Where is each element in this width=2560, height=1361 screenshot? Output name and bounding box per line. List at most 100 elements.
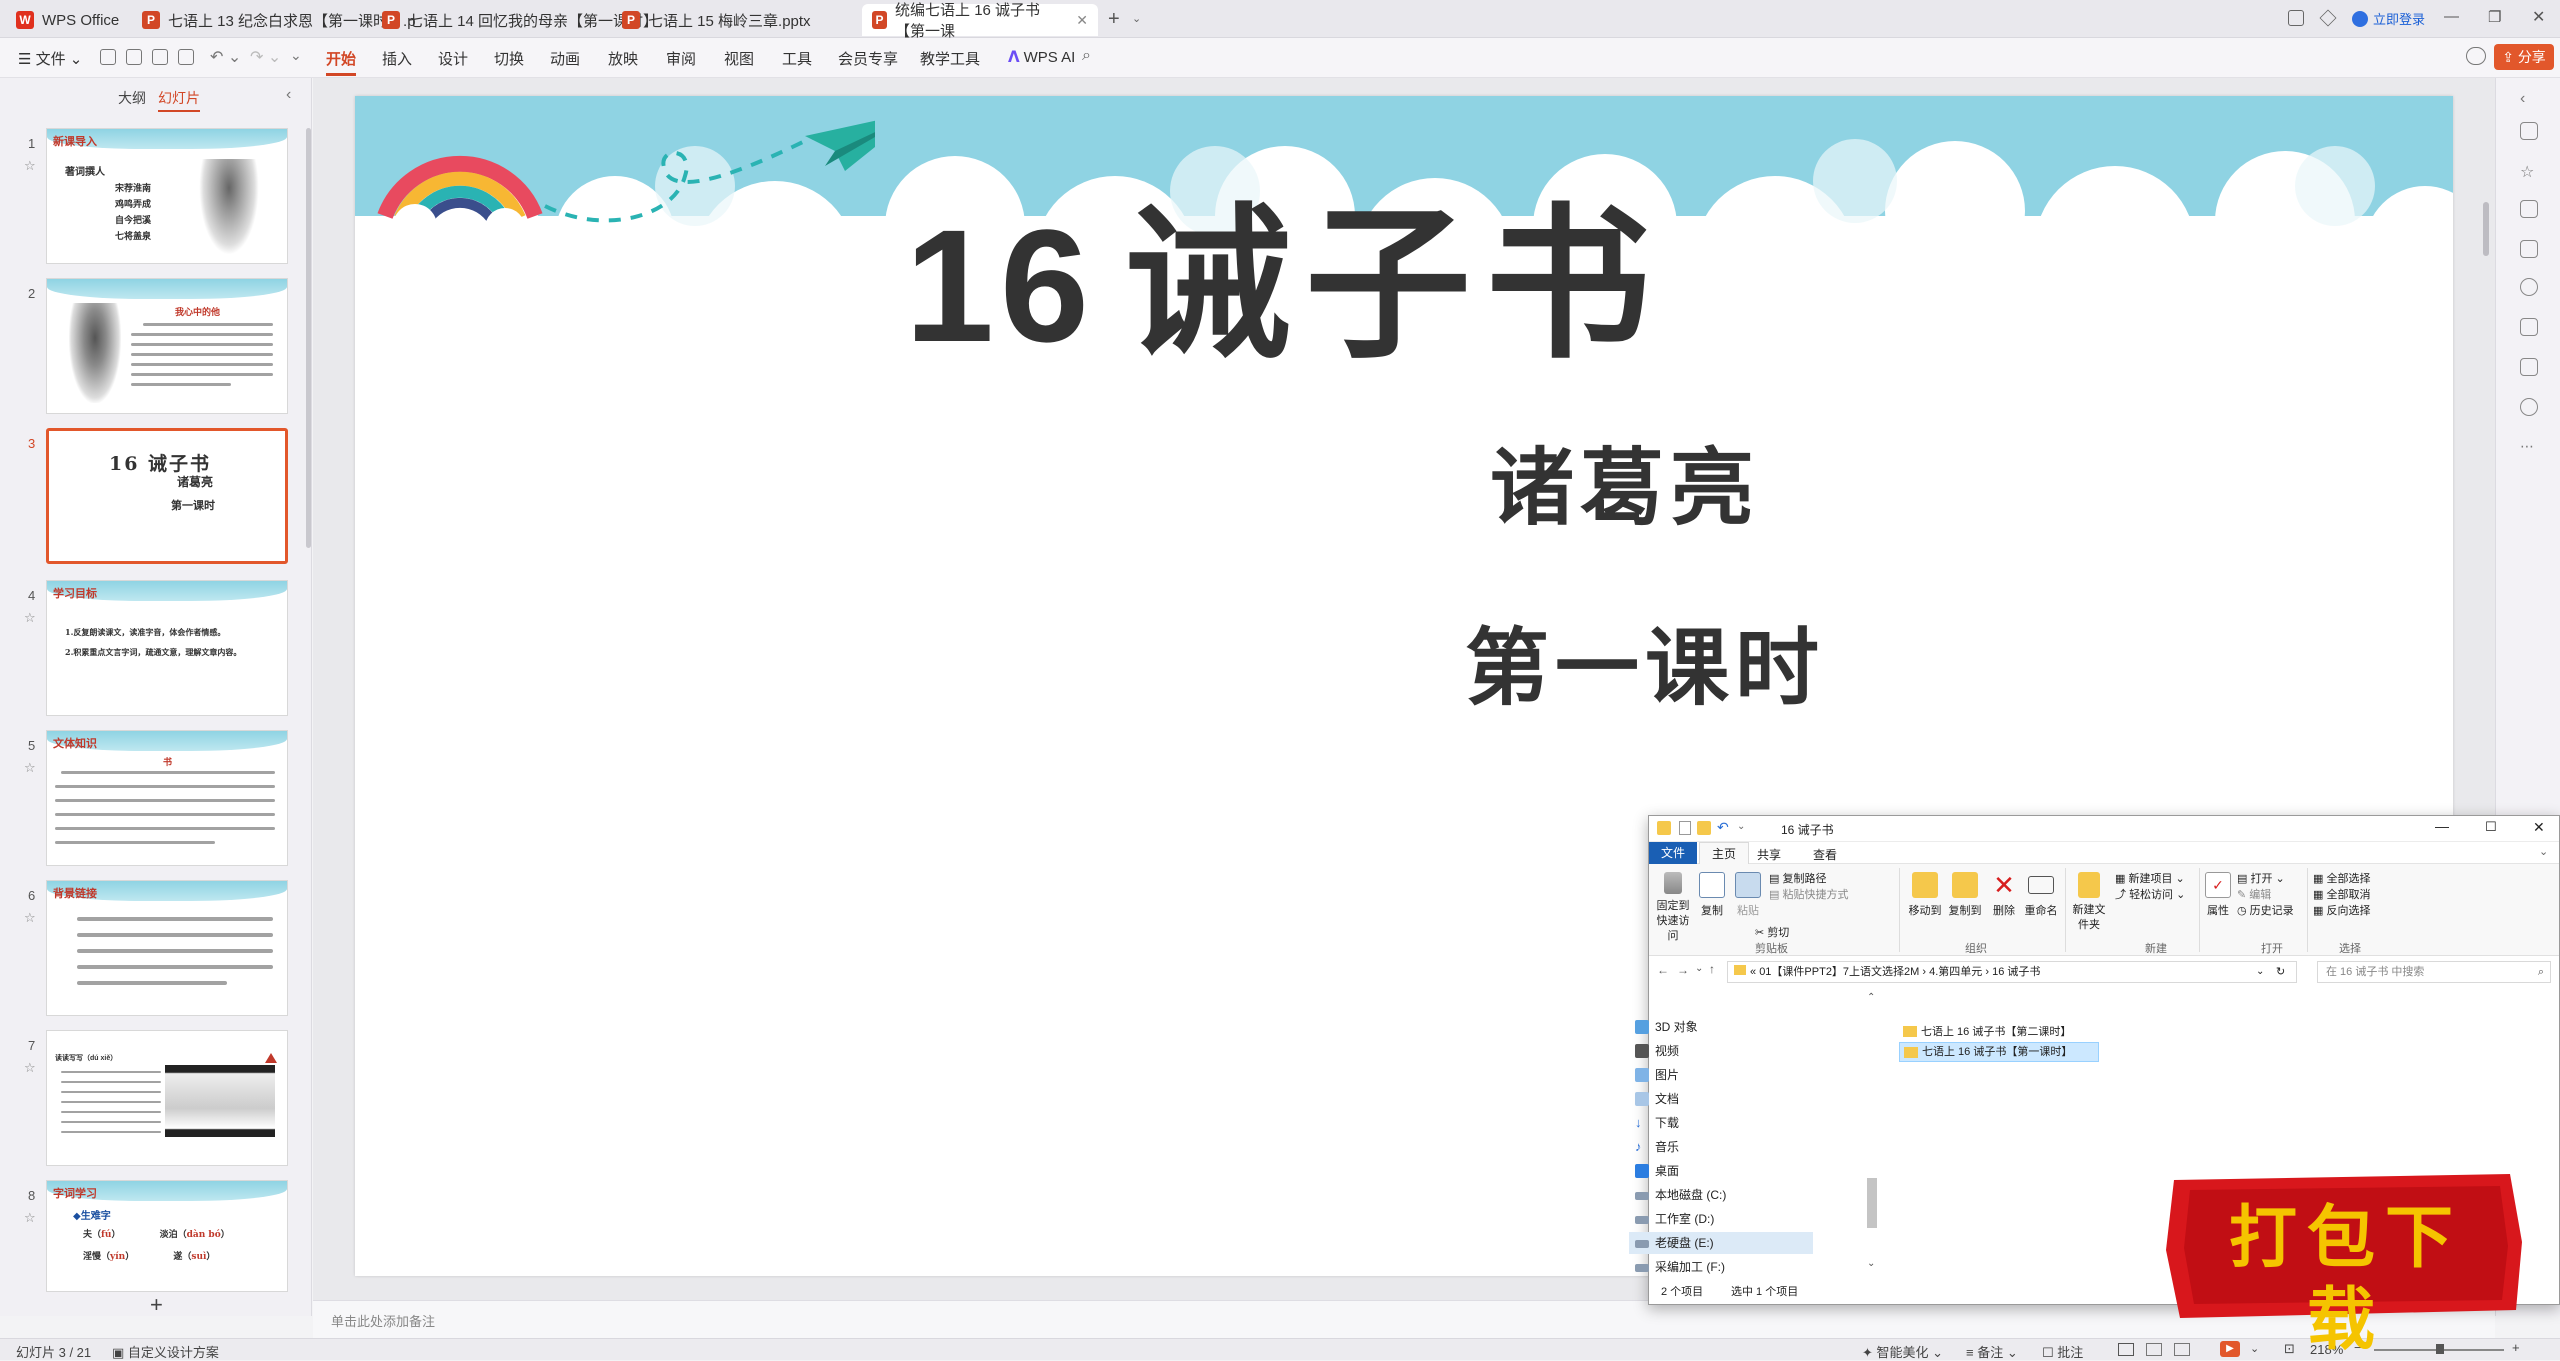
search-icon[interactable]: ⌕ [1082,47,1091,65]
collapse-icon[interactable]: ‹ [286,86,291,104]
star-icon[interactable]: ☆ [24,760,36,776]
slide-thumbnail-2[interactable]: 我心中的他 [46,278,288,414]
menu-design[interactable]: 设计 [438,48,468,69]
menu-view[interactable]: 视图 [724,48,754,69]
menu-tools[interactable]: 工具 [782,48,812,69]
comment-button[interactable]: ☐ 批注 [2042,1342,2083,1361]
redo-icon[interactable]: ↷ ⌄ [250,47,281,67]
move-to-button[interactable]: 移动到 [1907,872,1943,918]
nav-item-drive-c[interactable]: 本地磁盘 (C:) [1629,1184,1839,1206]
forward-icon[interactable]: → [1677,963,1689,977]
invert-selection-button[interactable]: ▦ 反向选择 [2313,902,2370,918]
close-icon[interactable]: ✕ [2533,819,2545,836]
new-folder-button[interactable]: 新建文件夹 [2069,872,2109,932]
star-icon[interactable]: ☆ [24,610,36,626]
ribbon-tab-home[interactable]: 主页 [1699,842,1749,864]
nav-item-drive-e[interactable]: 老硬盘 (E:) [1629,1232,1813,1254]
tab-slides[interactable]: 幻灯片 [158,88,200,112]
help-icon[interactable] [2520,398,2538,416]
cut-button[interactable]: ✂ 剪切 [1755,924,1789,940]
scroll-down-icon[interactable]: ⌄ [1867,1258,1875,1269]
login-button[interactable]: 立即登录 [2352,9,2425,28]
rename-button[interactable]: 重命名 [2023,872,2059,918]
breadcrumb-item[interactable]: 01【课件PPT2】7上语文选择2M [1759,966,1919,978]
image-icon[interactable] [2520,240,2538,258]
scrollbar[interactable] [2483,202,2489,256]
breadcrumb-item[interactable]: 4.第四单元 [1929,966,1982,978]
star-icon[interactable]: ☆ [24,1060,36,1076]
share-button[interactable]: ⇪ 分享 [2494,44,2554,70]
breadcrumb-item[interactable]: 16 诫子书 [1992,966,2040,978]
slide-thumbnail-5[interactable]: 文体知识 书 [46,730,288,866]
file-menu[interactable]: ☰ 文件 ⌄ [18,48,82,69]
window-icon[interactable] [2288,10,2304,26]
undo-icon[interactable]: ↶ ⌄ [210,47,241,67]
file-item-selected[interactable]: 七语上 16 诫子书【第一课时】 [1899,1042,2099,1062]
chevron-down-icon[interactable]: ⌄ [2539,845,2548,858]
star-icon[interactable]: ☆ [24,910,36,926]
slide-thumbnail-7[interactable]: 读读写写（dú xiě） [46,1030,288,1166]
edit-button[interactable]: ✎ 编辑 [2237,886,2271,902]
undo-icon[interactable]: ↶ [1717,819,1729,836]
menu-review[interactable]: 审阅 [666,48,696,69]
chevron-down-icon[interactable]: ⌄ [2256,962,2264,982]
restore-icon[interactable]: ❐ [2488,8,2501,26]
nav-item-downloads[interactable]: ↓ 下载 [1629,1112,1839,1134]
add-slide-button[interactable]: + [150,1292,163,1318]
star-icon[interactable]: ☆ [24,158,36,174]
minimize-icon[interactable]: — [2444,8,2459,25]
minimize-icon[interactable]: — [2435,818,2449,834]
search-input[interactable]: 在 16 诫子书 中搜索 ⌕ [2317,961,2551,983]
star-icon[interactable]: ☆ [24,1210,36,1226]
nav-item-documents[interactable]: 文档 [1629,1088,1839,1110]
chevron-down-icon[interactable]: ⌄ [1132,12,1141,25]
menu-transition[interactable]: 切换 [494,48,524,69]
slide-thumbnail-6[interactable]: 背景链接 [46,880,288,1016]
paste-shortcut-button[interactable]: ▤ 粘贴快捷方式 [1769,886,1848,902]
ribbon-tab-file[interactable]: 文件 [1649,842,1697,864]
scrollbar[interactable] [1867,1178,1877,1228]
beautify-button[interactable]: ✦ 智能美化 ⌄ [1862,1342,1943,1361]
nav-item-videos[interactable]: 视频 [1629,1040,1839,1062]
pin-quick-access-button[interactable]: 固定到快速访问 [1653,872,1693,943]
cloud-icon[interactable] [2466,47,2486,65]
more-icon[interactable]: ⋯ [2520,438,2538,456]
menu-insert[interactable]: 插入 [382,48,412,69]
settings-icon[interactable] [2520,122,2538,140]
close-window-icon[interactable]: ✕ [2532,7,2545,27]
properties-button[interactable]: ✓ 属性 [2203,872,2233,918]
slide-thumbnail-8[interactable]: 字词学习 ◆生难字 夫（fú） 淡泊（dàn bó） 淫慢（yín） 遂（suì… [46,1180,288,1292]
close-icon[interactable]: ✕ [1076,12,1088,29]
copy-path-button[interactable]: ▤ 复制路径 [1769,870,1826,886]
wps-ai-button[interactable]: ᐱ WPS AI [1008,48,1075,67]
download-badge[interactable]: 打包下载 [2160,1170,2528,1360]
menu-teaching[interactable]: 教学工具 [920,48,980,69]
ribbon-tab-share[interactable]: 共享 [1757,846,1781,863]
design-scheme-button[interactable]: ▣ 自定义设计方案 [112,1342,219,1361]
scrollbar[interactable] [306,128,311,548]
menu-member[interactable]: 会员专享 [838,48,898,69]
menu-start[interactable]: 开始 [326,48,357,76]
document-icon[interactable] [2520,358,2538,376]
back-icon[interactable]: ← [1657,963,1669,977]
scroll-up-icon[interactable]: ⌃ [1867,992,1875,1003]
up-icon[interactable]: ↑ [1709,962,1715,976]
normal-view-icon[interactable] [2118,1343,2134,1356]
preview-icon[interactable] [178,49,194,65]
more-icon[interactable]: ⌄ [290,47,302,64]
address-bar[interactable]: « 01【课件PPT2】7上语文选择2M › 4.第四单元 › 16 诫子书 ⌄… [1727,961,2297,983]
new-item-button[interactable]: ▦ 新建项目 ⌄ [2115,870,2185,886]
delete-button[interactable]: ✕ 删除 [1989,872,2019,918]
tools-icon[interactable] [2520,278,2538,296]
slide-thumbnail-3[interactable]: 16 诫子书 诸葛亮 第一课时 [46,428,288,564]
new-tab-icon[interactable]: + [1108,8,1120,31]
menu-animation[interactable]: 动画 [550,48,580,69]
star-icon[interactable]: ☆ [2520,162,2538,181]
export-icon[interactable] [126,49,142,65]
nav-item-3d[interactable]: 3D 对象 [1629,1016,1839,1038]
save-icon[interactable] [100,49,116,65]
select-all-button[interactable]: ▦ 全部选择 [2313,870,2370,886]
lock-icon[interactable] [2520,318,2538,336]
refresh-icon[interactable]: ↻ [2276,962,2285,982]
chevron-down-icon[interactable]: ⌄ [1695,963,1703,974]
